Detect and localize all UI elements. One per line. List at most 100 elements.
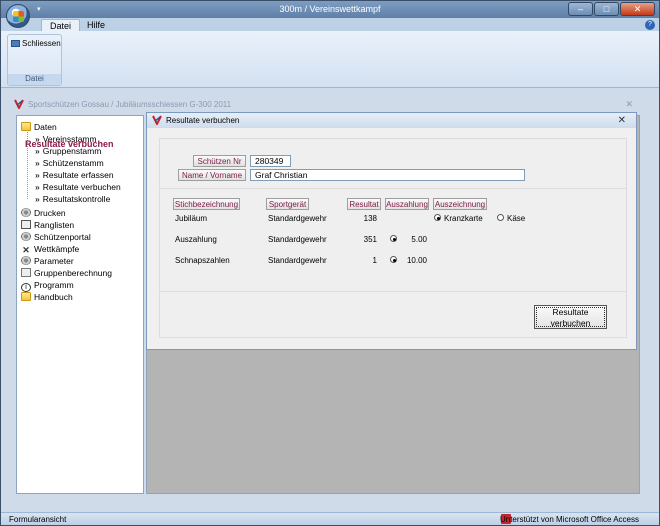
nav-label: Wettkämpfe (34, 244, 80, 254)
app-header: Sportschützen Gossau / Jubiläumsschiesse… (10, 98, 641, 112)
form-title-bar: Resultate verbuchen ✕ (147, 113, 636, 128)
nav-schuetzenstamm[interactable]: » Schützenstamm (35, 158, 104, 170)
row2-resultat: 351 (363, 235, 377, 244)
col-stichbezeichnung[interactable]: Stichbezeichnung (173, 198, 240, 210)
nav-drucken[interactable]: Drucken (21, 208, 66, 220)
window-controls: – □ ✕ (568, 2, 655, 16)
form-close-icon[interactable]: ✕ (618, 115, 626, 126)
nav-resultate-erfassen[interactable]: » Resultate erfassen (35, 170, 114, 182)
name-vorname-label[interactable]: Name / Vorname (178, 169, 246, 181)
portal-icon (21, 232, 31, 241)
maximize-button[interactable]: □ (594, 2, 619, 16)
form-title: Resultate verbuchen (166, 116, 240, 125)
nav-parameter[interactable]: Parameter (21, 256, 74, 268)
close-form-icon (11, 40, 20, 48)
nav-ranglisten[interactable]: Ranglisten (21, 220, 74, 232)
nav-label: Daten (34, 122, 57, 132)
button-line-1: Resultate (552, 307, 589, 317)
nav-label: Programm (34, 280, 74, 290)
nav-label: Resultate erfassen (42, 170, 114, 180)
title-bar: 300m / Vereinswettkampf – □ ✕ (1, 1, 659, 18)
office-button[interactable] (6, 4, 30, 28)
nav-label: Resultate verbuchen (42, 182, 121, 192)
nav-daten[interactable]: Daten (21, 122, 57, 134)
status-bar: Formularansicht Unterstützt von Microsof… (1, 512, 659, 525)
schliessen-button[interactable]: Schliessen (11, 39, 61, 48)
status-powered-by: Unterstützt von Microsoft Office Access (499, 515, 639, 524)
minimize-button[interactable]: – (568, 2, 593, 16)
nav-wettkaempfe[interactable]: ✕ Wettkämpfe (21, 244, 79, 256)
folder-icon (21, 122, 31, 131)
col-sportgeraet[interactable]: Sportgerät (266, 198, 309, 210)
row1-sportgeraet: Standardgewehr (268, 214, 327, 223)
nav-label: Parameter (34, 256, 74, 266)
navigation-tree: Daten » Vereinsstamm » Gruppenstamm » Schüt… (16, 115, 144, 494)
ribbon-group-label: Datei (8, 74, 61, 85)
gear-icon (21, 256, 31, 265)
divider (159, 188, 627, 189)
nav-gruppenberechnung[interactable]: Gruppenberechnung (21, 268, 112, 280)
col-resultat[interactable]: Resultat (347, 198, 381, 210)
chevron-right-icon: » (35, 170, 40, 180)
nav-resultatskontrolle[interactable]: » Resultatskontrolle (35, 194, 110, 206)
calculator-icon (21, 268, 31, 277)
name-vorname-field[interactable]: Graf Christian (250, 169, 525, 181)
nav-label: Schützenstamm (42, 158, 104, 168)
ribbon-tabs: Datei Hilfe (1, 18, 659, 32)
col-auszahlung[interactable]: Auszahlung (385, 198, 429, 210)
row3-sportgeraet: Standardgewehr (268, 256, 327, 265)
schliessen-label: Schliessen (22, 39, 61, 48)
nav-programm[interactable]: i Programm (21, 280, 74, 292)
printer-icon (21, 208, 31, 217)
chevron-right-icon: » (35, 158, 40, 168)
row2-sportgeraet: Standardgewehr (268, 235, 327, 244)
kaese-radio[interactable] (497, 214, 504, 221)
folder-icon (21, 292, 31, 301)
row3-stich: Schnapszahlen (175, 256, 230, 265)
tree-connector (27, 127, 28, 199)
button-line-2: verbuchen (550, 318, 591, 328)
row3-resultat: 1 (372, 256, 377, 265)
nav-label: Ranglisten (34, 220, 75, 230)
app-header-text: Sportschützen Gossau / Jubiläumsschiesse… (28, 100, 232, 109)
nav-resultate-verbuchen[interactable]: » Resultate verbuchen (35, 182, 121, 194)
list-icon (21, 220, 31, 229)
kaese-label: Käse (507, 214, 526, 223)
status-view: Formularansicht (9, 515, 67, 524)
row2-auszahlung: 5.00 (411, 235, 427, 244)
section-heading: Resultate verbuchen (25, 139, 114, 149)
nav-handbuch[interactable]: Handbuch (21, 292, 73, 304)
ribbon: Schliessen Datei (1, 31, 659, 88)
kranzkarte-radio[interactable] (434, 214, 441, 221)
nav-label: Schützenportal (34, 232, 91, 242)
resultate-verbuchen-button[interactable]: Resultate verbuchen (534, 305, 607, 329)
row2-auszahlung-radio[interactable] (390, 235, 397, 242)
divider (159, 291, 627, 292)
info-icon: i (21, 283, 31, 292)
chevron-right-icon: » (35, 194, 40, 204)
schuetzen-nr-label[interactable]: Schützen Nr (193, 155, 246, 167)
col-auszeichnung[interactable]: Auszeichnung (433, 198, 487, 210)
nav-label: Gruppenberechnung (34, 268, 112, 278)
row3-auszahlung: 10.00 (406, 256, 427, 265)
schuetzen-nr-field[interactable]: 280349 (250, 155, 291, 167)
nav-schuetzenportal[interactable]: Schützenportal (21, 232, 91, 244)
row2-stich: Auszahlung (175, 235, 217, 244)
nav-label: Handbuch (34, 292, 73, 302)
row1-resultat: 138 (363, 214, 377, 223)
nav-label: Resultatskontrolle (42, 194, 111, 204)
application-window: 300m / Vereinswettkampf – □ ✕ ▾ Datei Hi… (0, 0, 660, 526)
club-logo-icon (14, 99, 24, 109)
row1-stich: Jubiläum (175, 214, 208, 223)
chevron-right-icon: » (35, 182, 40, 192)
club-logo-icon (152, 115, 162, 125)
row3-auszahlung-radio[interactable] (390, 256, 397, 263)
kranzkarte-label: Kranzkarte (444, 214, 483, 223)
close-button[interactable]: ✕ (620, 2, 655, 16)
window-title: 300m / Vereinswettkampf (279, 4, 381, 14)
ribbon-group-datei: Schliessen Datei (7, 34, 62, 86)
nav-label: Drucken (34, 208, 66, 218)
app-close-icon[interactable]: ✕ (625, 99, 633, 110)
help-icon[interactable]: ? (645, 20, 655, 30)
quick-access-dropdown-icon[interactable]: ▾ (37, 5, 41, 13)
